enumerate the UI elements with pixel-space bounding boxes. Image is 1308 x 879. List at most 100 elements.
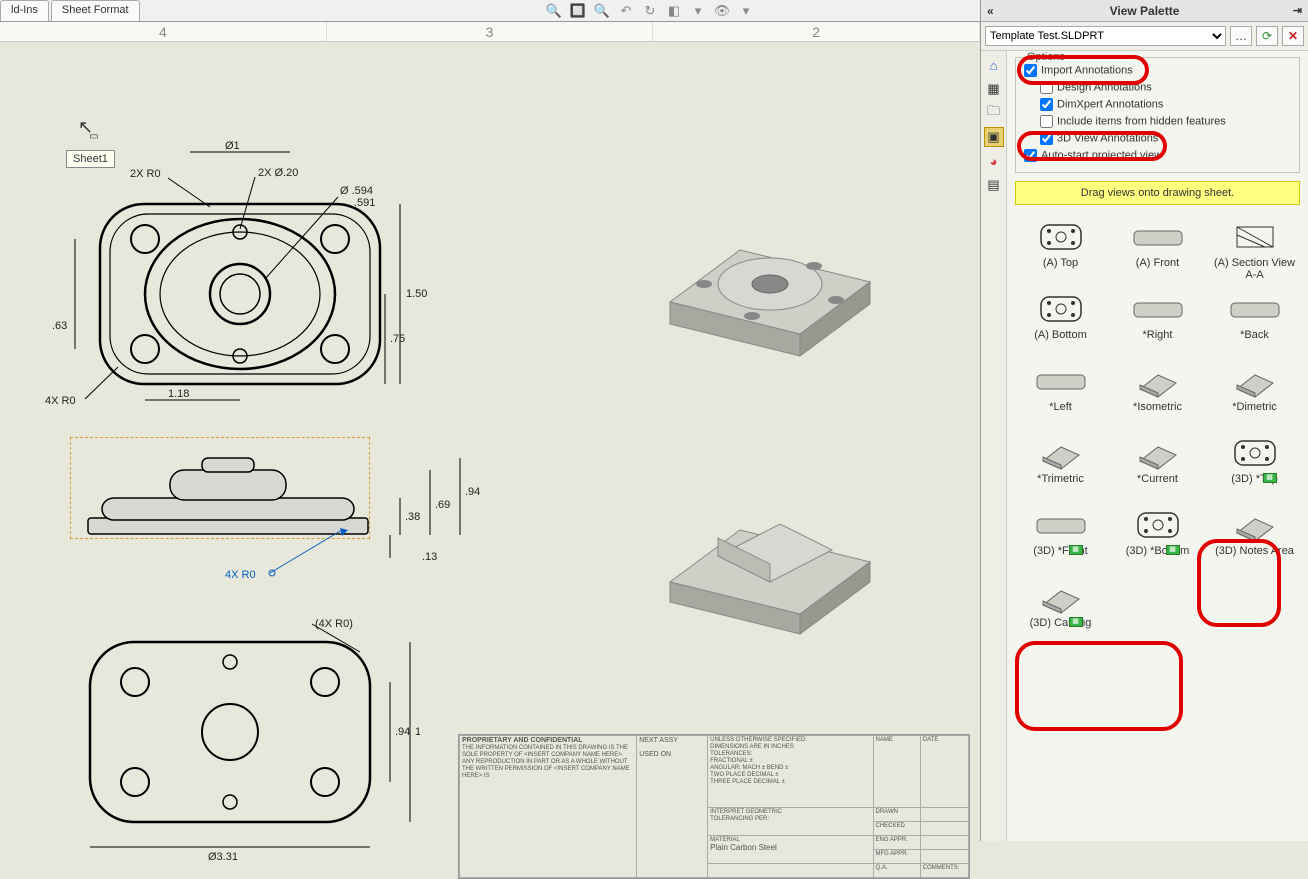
thumb-label: (A) Front [1136,257,1179,281]
thumb-graphic [1130,291,1186,327]
checkbox-3d-view-annotations[interactable]: 3D View Annotations [1022,130,1293,147]
svg-text:2X Ø.20: 2X Ø.20 [258,167,298,179]
svg-text:.13: .13 [422,551,437,563]
thumb-graphic [1033,363,1089,399]
drawing-view-front[interactable]: .94 .69 .38 .13 4X R0 [60,430,480,600]
file-select-row: Template Test.SLDPRT … ⟳ ✕ [981,22,1308,51]
svg-text:Ø1: Ø1 [225,140,240,152]
thumb-graphic [1033,579,1089,615]
panel-title: View Palette [1110,4,1180,18]
thumb-graphic [1227,435,1283,471]
iso-view-1[interactable] [640,192,900,392]
view-thumb-3d-front[interactable]: ▦(3D) *Front [1015,507,1106,569]
appearances-icon[interactable]: ◕ [984,151,1004,171]
view-thumb-dimetric[interactable]: *Dimetric [1209,363,1300,425]
undo-view-icon[interactable]: ↶ [617,2,635,20]
zoom-window-icon[interactable]: 🔲 [569,2,587,20]
svg-text:.69: .69 [435,499,450,511]
view-thumb-left[interactable]: *Left [1015,363,1106,425]
drawing-canvas[interactable]: ↖▭ Sheet1 Ø1 2X R0 2X Ø.20 [0,42,980,841]
svg-text:.94: .94 [465,486,480,498]
view-thumb-3d-notes[interactable]: (3D) Notes Area [1209,507,1300,569]
thumb-graphic [1130,363,1186,399]
zoom-prev-icon[interactable]: 🔍 [593,2,611,20]
thumb-label: (3D) *Bottom [1126,545,1190,569]
view-thumb-current[interactable]: *Current [1112,435,1203,497]
custom-props-icon[interactable]: ▤ [984,175,1004,195]
svg-text:.38: .38 [405,511,420,523]
thumb-label: *Right [1143,329,1173,353]
thumb-graphic [1033,435,1089,471]
checkbox-import-annotations[interactable]: Import Annotations [1022,62,1293,79]
tab-sheet-format[interactable]: Sheet Format [51,0,140,21]
view-palette-panel: « View Palette ⇥ Template Test.SLDPRT … … [980,0,1308,841]
view-thumb-a-front[interactable]: (A) Front [1112,219,1203,281]
panel-header: « View Palette ⇥ [981,0,1308,22]
design-library-icon[interactable]: ▦ [984,79,1004,99]
close-button[interactable]: ✕ [1282,26,1304,46]
checkbox-autostart-projected[interactable]: Auto-start projected view [1022,147,1293,164]
ruler-mark: 4 [0,22,327,41]
palette-main: Options Import Annotations Design Annota… [1007,51,1308,841]
drawing-view-top[interactable]: Ø1 2X R0 2X Ø.20 Ø .594 .591 1.50 .75 .6… [40,104,440,404]
ruler-mark: 2 [653,22,980,41]
tab-addins[interactable]: ld-Ins [0,0,49,21]
checkbox-design-annotations[interactable]: Design Annotations [1022,79,1293,96]
redo-view-icon[interactable]: ↻ [641,2,659,20]
refresh-button[interactable]: ⟳ [1256,26,1278,46]
document-tabs: ld-Ins Sheet Format [0,0,980,22]
view-thumb-a-section[interactable]: (A) Section View A-A [1209,219,1300,281]
thumb-graphic [1130,435,1186,471]
display-style-icon[interactable]: ▾ [689,2,707,20]
thumb-graphic [1033,219,1089,255]
thumb-graphic [1227,291,1283,327]
appearance-icon[interactable]: ▾ [737,2,755,20]
checkbox-dimxpert-annotations[interactable]: DimXpert Annotations [1022,96,1293,113]
view-thumb-a-top[interactable]: (A) Top [1015,219,1106,281]
drag-hint: Drag views onto drawing sheet. [1015,181,1300,205]
collapse-icon[interactable]: « [987,4,994,18]
thumb-label: (A) Top [1043,257,1078,281]
view-thumb-trimetric[interactable]: *Trimetric [1015,435,1106,497]
hide-show-icon[interactable]: 👁 [713,2,731,20]
thumb-graphic [1227,507,1283,543]
thumb-graphic [1033,507,1089,543]
horizontal-ruler: 4 3 2 [0,22,980,42]
svg-text:.75: .75 [390,333,405,345]
view-thumb-3d-casting[interactable]: ▦(3D) Casting [1015,579,1106,641]
thumb-graphic [1227,363,1283,399]
task-pane-tabs: ⌂ ▦ 🗀 ▣ ◕ ▤ [981,51,1007,841]
thumb-label: (A) Section View A-A [1209,257,1300,281]
options-group: Options Import Annotations Design Annota… [1015,57,1300,173]
pin-icon[interactable]: ⇥ [1293,4,1302,17]
section-icon[interactable]: ◧ [665,2,683,20]
thumb-graphic [1227,219,1283,255]
browse-button[interactable]: … [1230,26,1252,46]
home-icon[interactable]: ⌂ [984,55,1004,75]
options-legend: Options [1024,51,1068,63]
view-thumb-back[interactable]: *Back [1209,291,1300,353]
view-thumb-3d-bottom[interactable]: ▦(3D) *Bottom [1112,507,1203,569]
view-thumb-3d-top[interactable]: ▦(3D) *Top [1209,435,1300,497]
file-explorer-icon[interactable]: 🗀 [984,103,1004,123]
thumb-label: *Isometric [1133,401,1182,425]
annotation-badge-icon: ▦ [1069,617,1083,627]
annotation-badge-icon: ▦ [1263,473,1277,483]
thumb-graphic [1033,291,1089,327]
svg-text:.591: .591 [354,197,375,209]
iso-view-2[interactable] [640,462,900,662]
thumb-graphic [1130,507,1186,543]
svg-text:4X R0: 4X R0 [45,395,76,404]
model-file-dropdown[interactable]: Template Test.SLDPRT [985,26,1226,46]
svg-text:.94: .94 [395,726,410,738]
zoom-fit-icon[interactable]: 🔍 [545,2,563,20]
view-thumb-right[interactable]: *Right [1112,291,1203,353]
thumb-label: *Trimetric [1037,473,1084,497]
svg-text:Ø3.31: Ø3.31 [208,851,238,863]
checkbox-hidden-features[interactable]: Include items from hidden features [1022,113,1293,130]
view-palette-icon[interactable]: ▣ [984,127,1004,147]
view-thumb-a-bottom[interactable]: (A) Bottom [1015,291,1106,353]
drawing-view-bottom[interactable]: (4X R0) .94 1.89 Ø3.31 [60,602,420,872]
view-thumb-isometric[interactable]: *Isometric [1112,363,1203,425]
title-block: PROPRIETARY AND CONFIDENTIAL THE INFORMA… [458,734,970,879]
